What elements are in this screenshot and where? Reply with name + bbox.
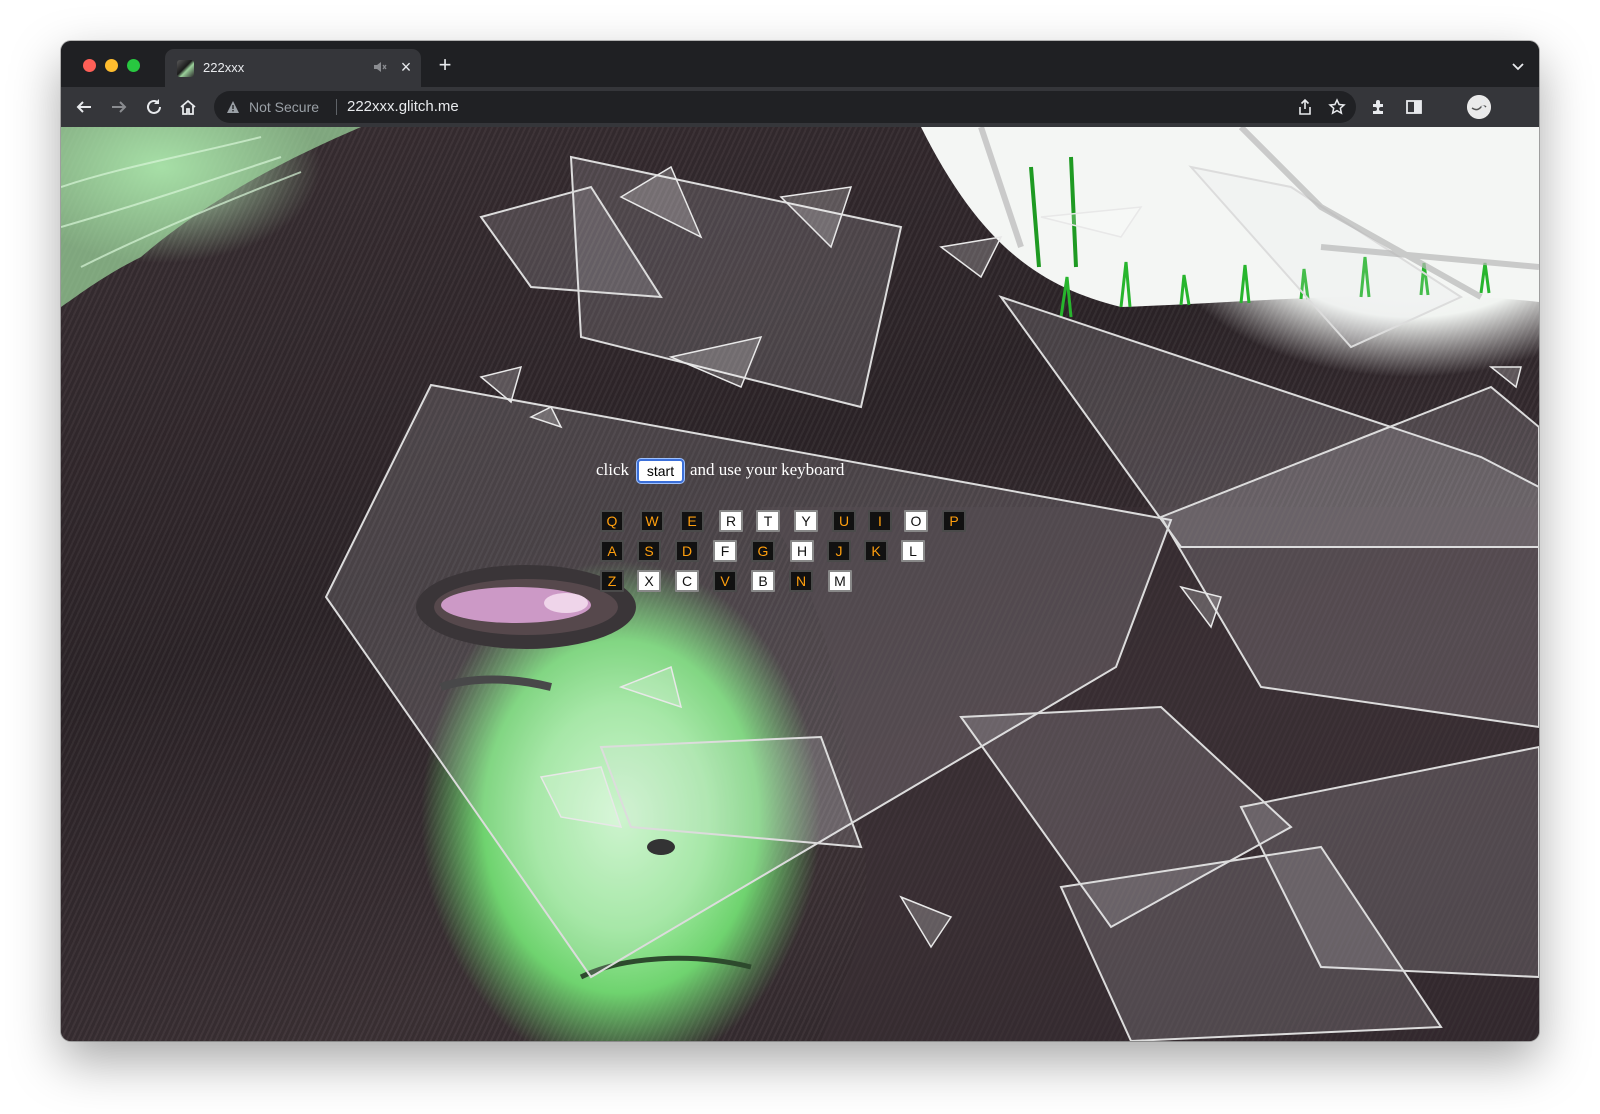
extensions-button[interactable]: [1367, 95, 1391, 119]
reload-button[interactable]: [142, 95, 166, 119]
key-y[interactable]: Y: [794, 510, 818, 532]
key-z[interactable]: Z: [600, 570, 624, 592]
key-v[interactable]: V: [713, 570, 737, 592]
key-w[interactable]: W: [640, 510, 664, 532]
key-b[interactable]: B: [751, 570, 775, 592]
key-x[interactable]: X: [637, 570, 661, 592]
address-bar[interactable]: Not Secure 222xxx.glitch.me: [214, 91, 1356, 123]
share-icon[interactable]: [1296, 98, 1314, 116]
tab-title: 222xxx: [203, 60, 245, 75]
bookmark-star-icon[interactable]: [1328, 98, 1346, 116]
new-tab-button[interactable]: +: [435, 54, 455, 76]
key-u[interactable]: U: [832, 510, 856, 532]
key-t[interactable]: T: [756, 510, 780, 532]
key-f[interactable]: F: [713, 540, 737, 562]
key-i[interactable]: I: [868, 510, 892, 532]
key-j[interactable]: J: [827, 540, 851, 562]
back-arrow-icon: [76, 101, 91, 113]
side-panel-icon: [1406, 100, 1422, 114]
tab-active[interactable]: 222xxx ×: [165, 49, 421, 87]
key-e[interactable]: E: [680, 510, 704, 532]
key-r[interactable]: R: [719, 510, 743, 532]
start-button[interactable]: start: [637, 459, 684, 483]
home-button[interactable]: [176, 95, 200, 119]
key-o[interactable]: O: [904, 510, 928, 532]
reload-icon: [147, 99, 161, 114]
forward-arrow-icon: [112, 101, 127, 113]
browser-toolbar: Not Secure 222xxx.glitch.me: [61, 87, 1539, 127]
minimize-window-button[interactable]: [105, 59, 118, 72]
home-icon: [180, 99, 196, 115]
back-button[interactable]: [72, 95, 96, 119]
chevron-down-icon[interactable]: [1511, 59, 1525, 73]
warning-icon[interactable]: [226, 100, 240, 114]
close-tab-icon[interactable]: ×: [397, 58, 415, 76]
key-s[interactable]: S: [637, 540, 661, 562]
key-n[interactable]: N: [789, 570, 813, 592]
key-m[interactable]: M: [828, 570, 852, 592]
browser-menu-button[interactable]: [1471, 95, 1495, 119]
fullscreen-window-button[interactable]: [127, 59, 140, 72]
browser-window: 222xxx × + Not Secure 222xxx.glitch.me c…: [61, 41, 1539, 1041]
key-a[interactable]: A: [600, 540, 624, 562]
instruction-before: click: [596, 460, 630, 479]
key-k[interactable]: K: [864, 540, 888, 562]
key-l[interactable]: L: [901, 540, 925, 562]
side-panel-button[interactable]: [1402, 95, 1426, 119]
muted-speaker-icon[interactable]: [373, 60, 387, 74]
key-h[interactable]: H: [790, 540, 814, 562]
key-c[interactable]: C: [675, 570, 699, 592]
favicon-icon: [177, 60, 194, 77]
key-p[interactable]: P: [942, 510, 966, 532]
key-g[interactable]: G: [751, 540, 775, 562]
omnibox-divider: [336, 99, 337, 115]
tab-strip: 222xxx × +: [61, 41, 1539, 87]
url-text[interactable]: 222xxx.glitch.me: [347, 98, 459, 115]
forward-button[interactable]: [107, 95, 131, 119]
instruction-after: and use your keyboard: [690, 460, 845, 479]
kebab-menu-icon: [1481, 99, 1485, 115]
security-status[interactable]: Not Secure: [249, 99, 319, 115]
close-window-button[interactable]: [83, 59, 96, 72]
puzzle-icon: [1373, 100, 1383, 114]
page-viewport: click start and use your keyboard Q W E …: [61, 127, 1539, 1041]
key-q[interactable]: Q: [600, 510, 624, 532]
key-d[interactable]: D: [675, 540, 699, 562]
